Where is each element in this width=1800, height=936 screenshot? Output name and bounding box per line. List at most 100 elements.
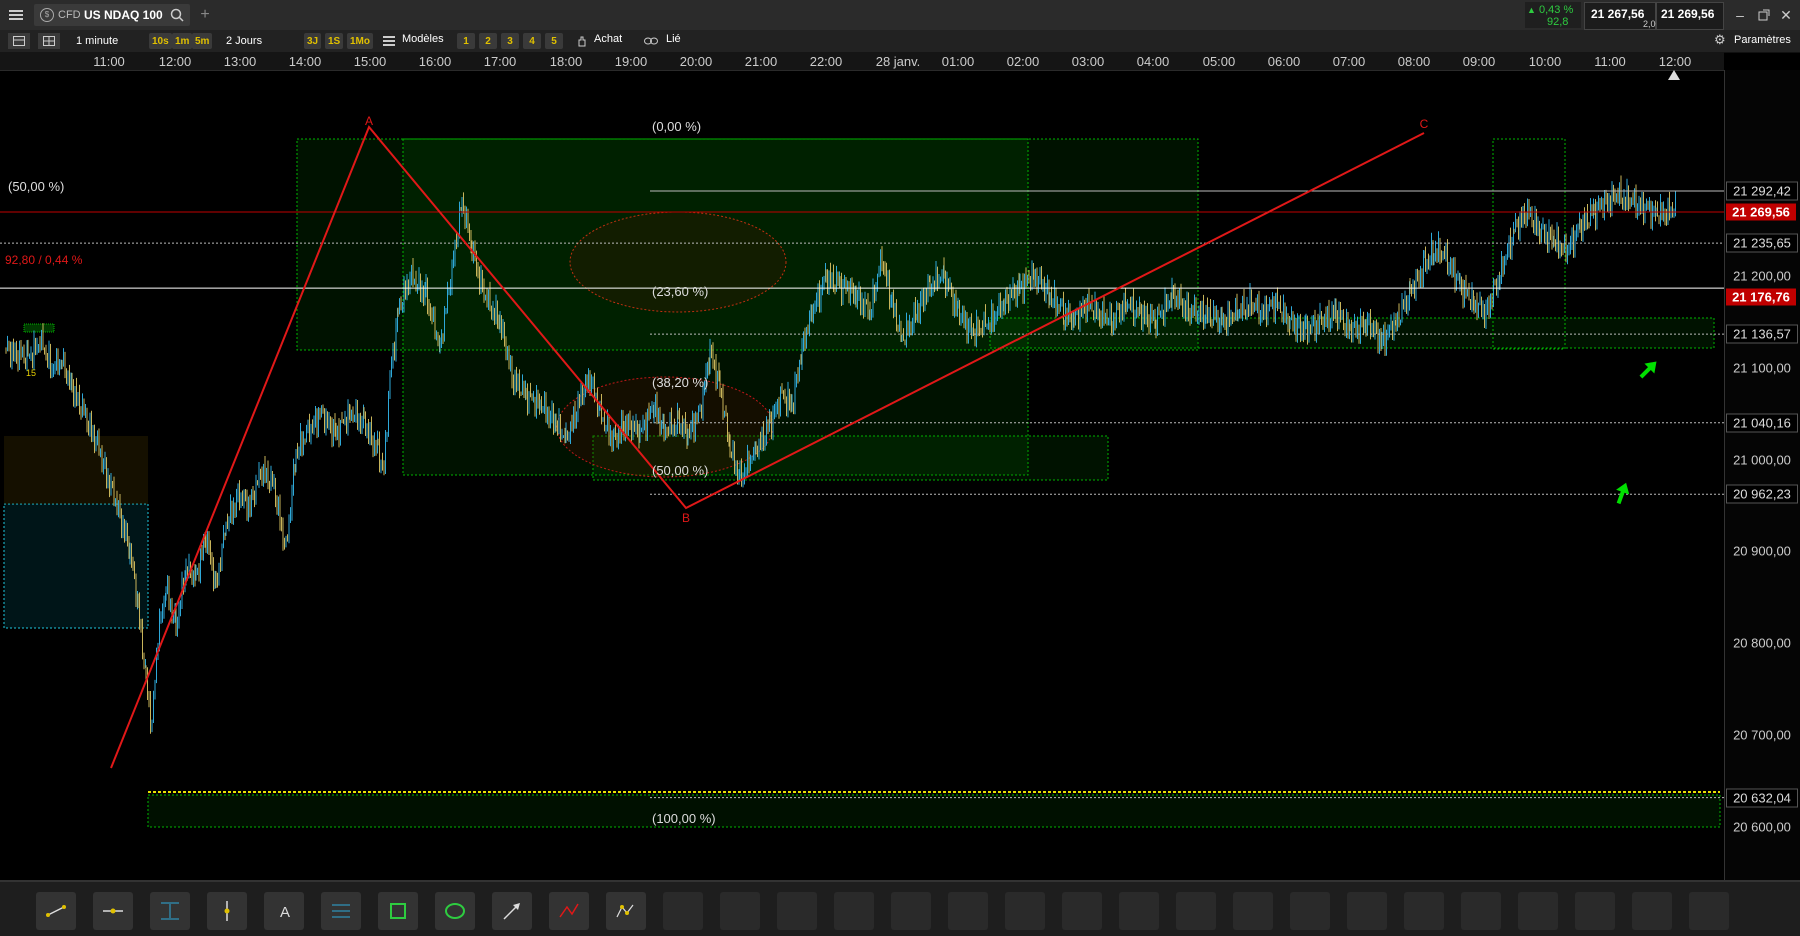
add-tab-button[interactable]: + bbox=[196, 6, 214, 24]
level-price-label: 20 632,04 bbox=[1726, 788, 1798, 808]
time-axis-label: 02:00 bbox=[1006, 54, 1040, 69]
small-zone bbox=[23, 323, 55, 333]
time-axis-label: 11:00 bbox=[1594, 54, 1626, 69]
layout-toggle[interactable] bbox=[38, 33, 60, 49]
empty-tool-slot[interactable] bbox=[891, 892, 931, 930]
change-pts: 92,8 bbox=[1547, 16, 1569, 28]
empty-tool-slot[interactable] bbox=[1575, 892, 1615, 930]
time-axis-label: 05:00 bbox=[1202, 54, 1236, 69]
empty-tool-slot[interactable] bbox=[720, 892, 760, 930]
fib-channel-tool[interactable] bbox=[321, 892, 361, 930]
time-axis-label: 18:00 bbox=[549, 54, 583, 69]
close-button[interactable]: ✕ bbox=[1776, 6, 1796, 24]
arrow-icon bbox=[503, 903, 520, 920]
small-marker: 15 bbox=[26, 368, 36, 378]
period-3j-button[interactable]: 3J bbox=[304, 33, 322, 49]
templates-icon bbox=[383, 36, 395, 46]
time-axis-label: 21:00 bbox=[744, 54, 778, 69]
interval-1m-button[interactable]: 1m bbox=[172, 33, 193, 49]
indicator-slot-3[interactable]: 3 bbox=[501, 33, 519, 49]
fibonacci-tool[interactable] bbox=[150, 892, 190, 930]
buy-button[interactable]: Achat bbox=[574, 32, 634, 50]
buy-price-box[interactable]: 21 269,56 bbox=[1656, 2, 1724, 30]
fib-label-0: (0,00 %) bbox=[652, 119, 701, 134]
empty-tool-slot[interactable] bbox=[1233, 892, 1273, 930]
grid-icon bbox=[43, 36, 55, 46]
current-price-label: 21 269,56 bbox=[1726, 203, 1796, 221]
fibonacci-icon bbox=[161, 902, 179, 920]
period-1s-button[interactable]: 1S bbox=[325, 33, 344, 49]
up-triangle-icon: ▲ bbox=[1527, 5, 1536, 15]
time-axis-label: 13:00 bbox=[223, 54, 257, 69]
green-arrow-shape bbox=[1639, 361, 1657, 379]
empty-tool-slot[interactable] bbox=[777, 892, 817, 930]
interval-5m-button[interactable]: 5m bbox=[192, 33, 213, 49]
empty-tool-slot[interactable] bbox=[834, 892, 874, 930]
chart-panel-toggle[interactable] bbox=[8, 33, 30, 49]
price-chart[interactable]: (0,00 %) (23,60 %) (38,20 %) (50,00 %) (100,… bbox=[0, 70, 1724, 880]
empty-tool-slot[interactable] bbox=[663, 892, 703, 930]
green-arrow-icon bbox=[1639, 361, 1657, 379]
text-icon: A bbox=[280, 904, 290, 921]
text-tool[interactable]: A bbox=[264, 892, 304, 930]
arrow-tool[interactable] bbox=[492, 892, 532, 930]
rectangle-tool[interactable] bbox=[378, 892, 418, 930]
templates-button[interactable]: Modèles bbox=[381, 32, 457, 50]
empty-tool-slot[interactable] bbox=[1119, 892, 1159, 930]
period-1mo-button[interactable]: 1Mo bbox=[347, 33, 373, 49]
empty-tool-slot[interactable] bbox=[1632, 892, 1672, 930]
pattern-icon bbox=[616, 904, 634, 918]
menu-button[interactable] bbox=[6, 6, 26, 24]
instrument-tab[interactable]: $ CFD US NDAQ 100 bbox=[34, 4, 190, 26]
price-tick-label: 20 900,00 bbox=[1733, 543, 1791, 559]
empty-tool-slot[interactable] bbox=[1689, 892, 1729, 930]
empty-tool-slot[interactable] bbox=[1404, 892, 1444, 930]
time-axis-label: 09:00 bbox=[1462, 54, 1496, 69]
polyline-icon bbox=[559, 903, 579, 918]
level-price-label: 21 292,42 bbox=[1726, 181, 1798, 201]
ellipse-tool[interactable] bbox=[435, 892, 475, 930]
link-button[interactable]: Lié bbox=[642, 32, 692, 50]
time-axis-label: 15:00 bbox=[353, 54, 387, 69]
indicator-slot-5[interactable]: 5 bbox=[545, 33, 563, 49]
time-axis-label: 16:00 bbox=[418, 54, 452, 69]
polyline-tool[interactable] bbox=[549, 892, 589, 930]
time-axis-label: 19:00 bbox=[614, 54, 648, 69]
search-icon[interactable] bbox=[170, 8, 184, 22]
vertical-line-tool[interactable] bbox=[207, 892, 247, 930]
time-axis-label: 11:00 bbox=[93, 54, 125, 69]
indicator-slot-2[interactable]: 2 bbox=[479, 33, 497, 49]
period-select[interactable]: 2 Jours bbox=[220, 33, 302, 49]
indicator-slot-4[interactable]: 4 bbox=[523, 33, 541, 49]
link-icon bbox=[644, 37, 658, 45]
wave-label-a: A bbox=[365, 114, 373, 128]
empty-tool-slot[interactable] bbox=[1461, 892, 1501, 930]
current-level-label: 21 176,76 bbox=[1726, 288, 1796, 306]
horizontal-line-icon bbox=[103, 908, 123, 914]
time-axis-label: 14:00 bbox=[288, 54, 322, 69]
level-price-label: 21 040,16 bbox=[1726, 413, 1798, 433]
green-arrow-shape bbox=[1616, 482, 1630, 505]
empty-tool-slot[interactable] bbox=[1518, 892, 1558, 930]
wave-label-b: B bbox=[682, 511, 690, 525]
empty-tool-slot[interactable] bbox=[1347, 892, 1387, 930]
price-tick-label: 21 100,00 bbox=[1733, 360, 1791, 376]
empty-tool-slot[interactable] bbox=[948, 892, 988, 930]
time-axis-label: 06:00 bbox=[1267, 54, 1301, 69]
empty-tool-slot[interactable] bbox=[1290, 892, 1330, 930]
interval-select[interactable]: 1 minute bbox=[70, 33, 152, 49]
interval-10s-button[interactable]: 10s bbox=[149, 33, 172, 49]
indicator-slot-1[interactable]: 1 bbox=[457, 33, 475, 49]
time-axis-label: 22:00 bbox=[809, 54, 843, 69]
empty-tool-slot[interactable] bbox=[1062, 892, 1102, 930]
pattern-tool[interactable] bbox=[606, 892, 646, 930]
horizontal-line-tool[interactable] bbox=[93, 892, 133, 930]
empty-tool-slot[interactable] bbox=[1005, 892, 1045, 930]
minimize-button[interactable]: – bbox=[1730, 6, 1750, 24]
empty-tool-slot[interactable] bbox=[1176, 892, 1216, 930]
detach-button[interactable] bbox=[1754, 6, 1774, 24]
settings-button[interactable]: ⚙ Paramètres bbox=[1714, 32, 1798, 50]
change-box: ▲ 0,43 % 92,8 bbox=[1525, 2, 1581, 28]
trend-line-tool[interactable] bbox=[36, 892, 76, 930]
scroll-to-now-icon[interactable] bbox=[1668, 70, 1680, 80]
